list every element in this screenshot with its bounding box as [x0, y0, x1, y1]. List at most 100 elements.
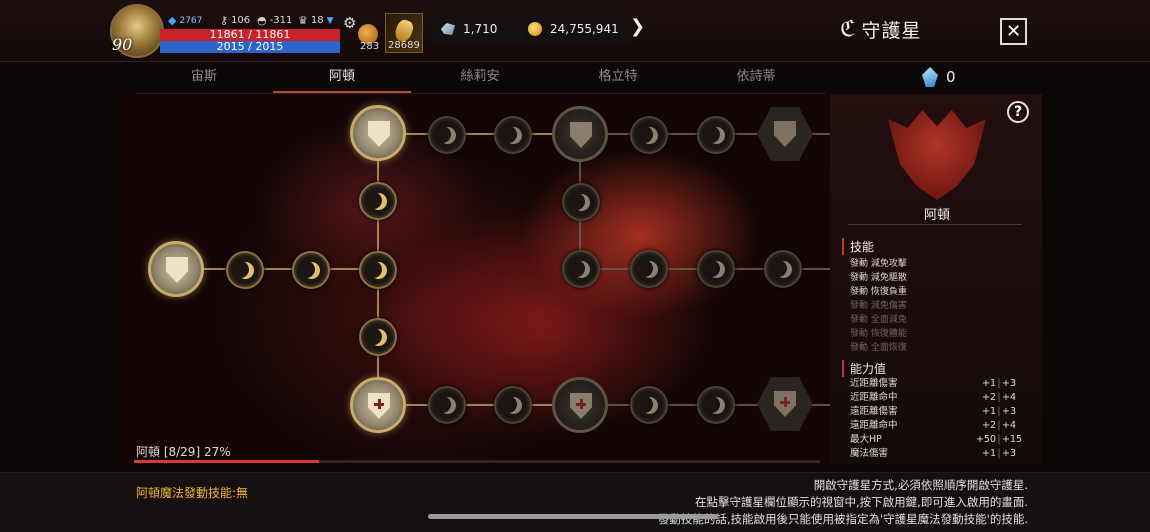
page-title: ℭ 守護星 [840, 16, 921, 43]
coin-icon [528, 22, 542, 36]
skill-item: 發動 全面減免 [850, 315, 907, 325]
stat-bonus: +15 [1002, 434, 1023, 445]
stat-table: 近距離傷害 +1 | +3 近距離命中 +2 | +4 遠距離傷害 +1 | +3 遠距離命中 +2 | +4… [850, 377, 1040, 461]
star-node[interactable] [494, 386, 532, 424]
star-node[interactable] [428, 116, 466, 154]
star-node-start[interactable] [148, 241, 204, 297]
deity-tabs: 宙斯 阿頓 絲莉安 格立特 依詩蒂 [135, 63, 825, 93]
stat-bonus: +4 [1002, 392, 1017, 403]
crystal-currency: 1,710 [433, 15, 523, 43]
magic-skill-status: 阿頓魔法發動技能:無 [136, 486, 249, 500]
panel-divider [848, 224, 1022, 225]
stat-row: 近距離命中 +2 | +4 [850, 391, 1040, 405]
mp-text: 2015 / 2015 [216, 40, 284, 53]
star-node[interactable] [630, 116, 668, 154]
key-icon: ⚷ [220, 14, 229, 27]
skill-item: 發動 恢復體能 [850, 329, 907, 339]
top-bar: 90 ◆ 2767 ⚷ 106 ◓ -311 ♛ 18 ▼ 11861 / 11… [0, 0, 1150, 62]
moon-icon [708, 261, 725, 278]
shield-icon [166, 257, 188, 283]
star-node[interactable] [562, 183, 600, 221]
moon-icon [370, 329, 387, 346]
gold-currency: 24,755,941 [520, 15, 630, 43]
star-node[interactable] [562, 250, 600, 288]
tab-sirian[interactable]: 絲莉安 [411, 63, 549, 93]
moon-icon [708, 127, 725, 144]
crystal-icon [441, 23, 455, 35]
aton-emblem [888, 100, 986, 204]
character-level: 90 [112, 35, 133, 54]
moon-icon [370, 262, 387, 279]
expand-arrow-icon[interactable]: ▼ [327, 16, 334, 26]
tab-glit[interactable]: 格立特 [549, 63, 687, 93]
star-node[interactable] [494, 116, 532, 154]
moon-icon [303, 262, 320, 279]
potion-count: 283 [360, 41, 380, 52]
star-node[interactable] [359, 318, 397, 356]
cross-shield-icon [368, 393, 390, 419]
stat-name: 近距離傷害 [850, 378, 898, 389]
star-node[interactable] [359, 251, 397, 289]
tab-zeus[interactable]: 宙斯 [135, 63, 273, 93]
stat-value: +1 [981, 448, 996, 459]
progress-bar [134, 460, 820, 463]
skill-item: 發動 減免驅散 [850, 273, 907, 283]
trophy-icon: ♛ [298, 14, 308, 27]
stat-bonus: +3 [1002, 448, 1017, 459]
stat-name: 遠距離傷害 [850, 406, 898, 417]
wing-shield-icon [570, 122, 592, 148]
stats-heading: 能力值 [842, 360, 886, 377]
helmet-icon: ◓ [257, 14, 267, 27]
crest-icon [774, 121, 796, 147]
instruction-line: 開啟守護星方式,必須依照順序開啟守護星. [813, 478, 1028, 492]
item-slot[interactable]: 28689 [385, 13, 423, 53]
skill-item: 發動 恢復負重 [850, 287, 907, 297]
instructions: 開啟守護星方式,必須依照順序開啟守護星. 在點擊守護星欄位顯示的視窗中,按下啟用… [658, 477, 1028, 528]
moon-icon [439, 397, 456, 414]
star-node[interactable] [764, 250, 802, 288]
close-button[interactable]: ✕ [1000, 18, 1027, 45]
trophy-value: 18 [310, 15, 324, 26]
star-node[interactable] [697, 116, 735, 154]
star-node[interactable] [630, 386, 668, 424]
moon-icon [641, 127, 658, 144]
progress-label: 阿頓 [8/29] 27% [136, 445, 231, 459]
skill-item: 發動 全面恢復 [850, 343, 907, 353]
gem-stat: ◆ 2767 [168, 14, 202, 27]
moon-icon [370, 193, 387, 210]
star-node-upper[interactable] [350, 105, 406, 161]
moon-icon [573, 194, 590, 211]
star-node[interactable] [292, 251, 330, 289]
moon-icon [641, 397, 658, 414]
moon-icon [505, 127, 522, 144]
stat-name: 近距離命中 [850, 392, 898, 403]
stat-name: 最大HP [850, 434, 882, 445]
help-button[interactable]: ? [1007, 101, 1029, 123]
chevron-right-icon[interactable]: ❯ [630, 16, 645, 37]
key-value: 106 [231, 15, 251, 26]
star-node[interactable] [428, 386, 466, 424]
stat-value: +2 [981, 420, 996, 431]
star-node[interactable] [226, 251, 264, 289]
crest-icon [774, 391, 796, 417]
stat-row: 魔法傷害 +1 | +3 [850, 447, 1040, 461]
star-node[interactable] [630, 250, 668, 288]
star-node-upper-mid[interactable] [552, 106, 608, 162]
title-text: 守護星 [861, 20, 922, 42]
star-node-lower-mid[interactable] [552, 377, 608, 433]
potion-slot[interactable]: 283 [356, 20, 382, 52]
tab-aton[interactable]: 阿頓 [273, 63, 411, 93]
moon-icon [505, 397, 522, 414]
star-node-lower[interactable] [350, 377, 406, 433]
stat-value: +1 [981, 378, 996, 389]
wing-shield-icon [368, 121, 390, 147]
aton-crest-icon [888, 110, 986, 200]
tab-istie[interactable]: 依詩蒂 [687, 63, 825, 93]
instruction-line: 在點擊守護星欄位顯示的視窗中,按下啟用鍵,即可進入啟用的畫面. [695, 495, 1028, 509]
gear-icon[interactable]: ⚙ [343, 14, 356, 32]
star-node[interactable] [359, 182, 397, 220]
star-node[interactable] [697, 250, 735, 288]
star-node[interactable] [697, 386, 735, 424]
home-indicator[interactable] [428, 514, 718, 519]
progress-fill [134, 460, 320, 463]
